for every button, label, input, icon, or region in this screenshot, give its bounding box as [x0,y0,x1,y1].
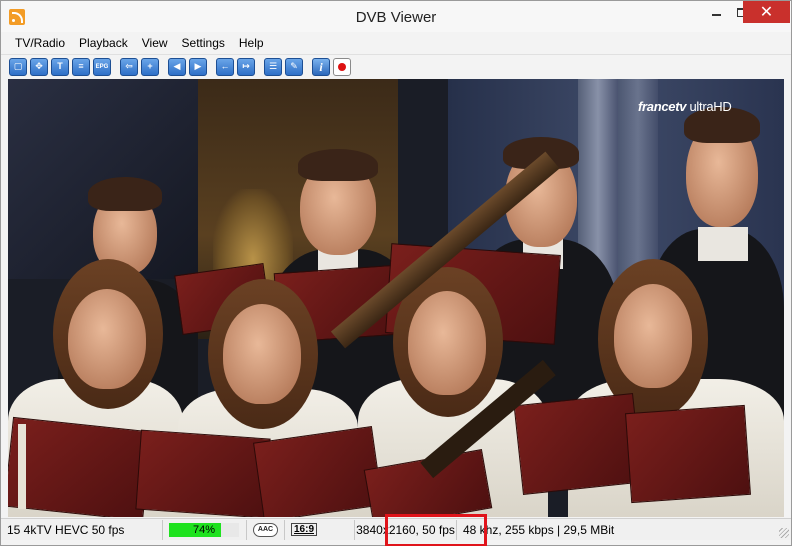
channel-prev-icon[interactable]: ⇦ [120,57,138,76]
resize-grip[interactable] [779,528,789,538]
aspect-ratio-badge: 16:9 [291,523,318,536]
channel-logo-suffix: ultraHD [686,99,732,114]
options-icon[interactable]: ✥ [30,57,48,76]
channel-logo-main: francetv [638,99,687,114]
minimize-button[interactable] [703,1,729,23]
menu-help[interactable]: Help [232,32,271,54]
status-stream-info: 48 khz, 255 kbps | 29,5 MBit [463,522,615,537]
signal-meter-label: 74% [192,523,216,536]
forward-icon[interactable]: ▶ [189,57,207,76]
menu-tv-radio[interactable]: TV/Radio [8,32,72,54]
resolution-highlight-box [385,514,487,546]
minimize-icon [711,14,721,16]
channel-add-icon[interactable]: + [141,57,159,76]
menu-view[interactable]: View [135,32,175,54]
singer-head [408,291,486,395]
back-icon[interactable]: ← [216,57,234,76]
fullscreen-icon[interactable]: ▢ [9,57,27,76]
choir-book [8,416,153,517]
toolbar: ▢ ✥ T ≡ EPG ⇦ + ◀ ▶ ← ↦ ☰ ✎ i [1,54,791,78]
aac-audio-icon: AAC [253,522,278,537]
tools-icon[interactable]: ✎ [285,57,303,76]
record-icon[interactable] [333,57,351,76]
menu-bar: TV/Radio Playback View Settings Help [1,32,791,54]
signal-meter: 74% [169,522,239,537]
status-aspect: 16:9 [285,519,355,540]
menu-playback[interactable]: Playback [72,32,135,54]
singer-hair [88,177,162,211]
status-channel: 15 4kTV HEVC 50 fps [1,519,163,540]
epg-icon[interactable]: EPG [93,57,111,76]
singer-hair [298,149,378,181]
choir-book-page [18,424,26,509]
menu-settings[interactable]: Settings [175,32,232,54]
app-window: DVB Viewer ✕ TV/Radio Playback View Sett… [0,0,792,546]
singer-head [68,289,146,389]
singer-shirt [698,227,748,261]
list-icon[interactable]: ☰ [264,57,282,76]
singer-head [223,304,301,404]
choir-book [625,404,751,504]
choir-book [513,392,643,496]
title-bar[interactable]: DVB Viewer ✕ [1,1,791,32]
singer-head [614,284,692,388]
skip-icon[interactable]: ↦ [237,57,255,76]
video-display[interactable]: francetv ultraHD [8,79,784,517]
channel-logo: francetv ultraHD [638,99,732,114]
rewind-icon[interactable]: ◀ [168,57,186,76]
info-icon[interactable]: i [312,57,330,76]
window-title: DVB Viewer [355,9,437,26]
osd-icon[interactable]: ≡ [72,57,90,76]
teletext-icon[interactable]: T [51,57,69,76]
choir-book [135,429,271,517]
status-signal: 74% [163,519,247,540]
close-icon: ✕ [759,4,774,21]
close-button[interactable]: ✕ [743,1,790,23]
status-audio: AAC [247,519,285,540]
